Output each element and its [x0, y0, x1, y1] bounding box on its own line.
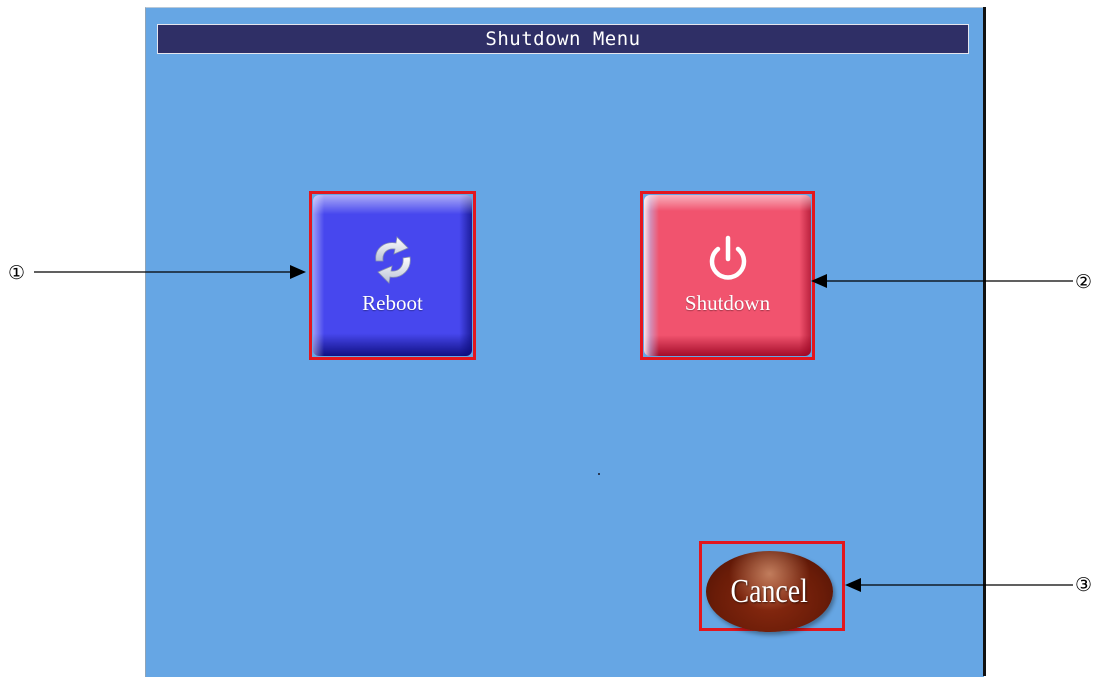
window-title: Shutdown Menu	[485, 28, 641, 50]
cancel-label: Cancel	[730, 572, 809, 610]
shutdown-label: Shutdown	[684, 291, 771, 315]
shutdown-button[interactable]: Shutdown	[644, 195, 811, 356]
callout-3: ③	[1075, 574, 1093, 596]
reboot-label: Reboot	[362, 291, 423, 315]
stray-dot	[598, 473, 600, 475]
shutdown-dialog	[145, 7, 984, 677]
callout-2: ②	[1075, 271, 1093, 293]
callout-1: ①	[8, 262, 26, 284]
power-icon	[709, 235, 746, 280]
cancel-button[interactable]: Cancel	[706, 551, 833, 632]
reboot-button[interactable]: Reboot	[313, 195, 472, 356]
title-bar: Shutdown Menu	[157, 24, 969, 54]
refresh-icon	[374, 236, 411, 284]
dialog-right-border	[983, 7, 986, 676]
